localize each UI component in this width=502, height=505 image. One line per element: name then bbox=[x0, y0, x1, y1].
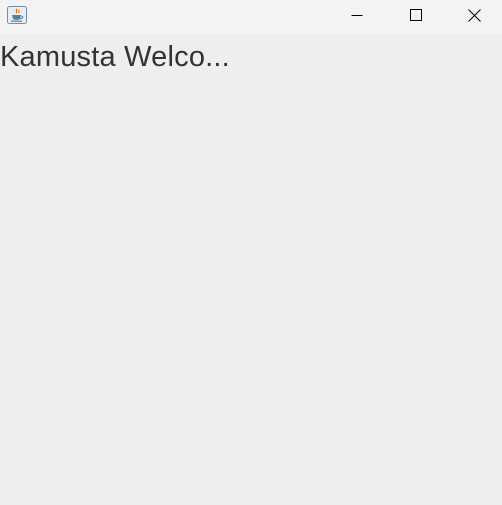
welcome-label: Kamusta Welco... bbox=[0, 41, 230, 73]
close-icon bbox=[467, 8, 481, 22]
java-cup-icon[interactable] bbox=[7, 6, 27, 24]
maximize-icon bbox=[410, 9, 422, 21]
minimize-icon bbox=[351, 9, 363, 21]
minimize-button[interactable] bbox=[328, 0, 386, 30]
application-window: Kamusta Welco... bbox=[0, 0, 502, 505]
maximize-button[interactable] bbox=[387, 0, 445, 30]
title-bar[interactable] bbox=[0, 0, 502, 34]
content-pane: Kamusta Welco... bbox=[0, 34, 502, 505]
close-button[interactable] bbox=[446, 0, 502, 30]
